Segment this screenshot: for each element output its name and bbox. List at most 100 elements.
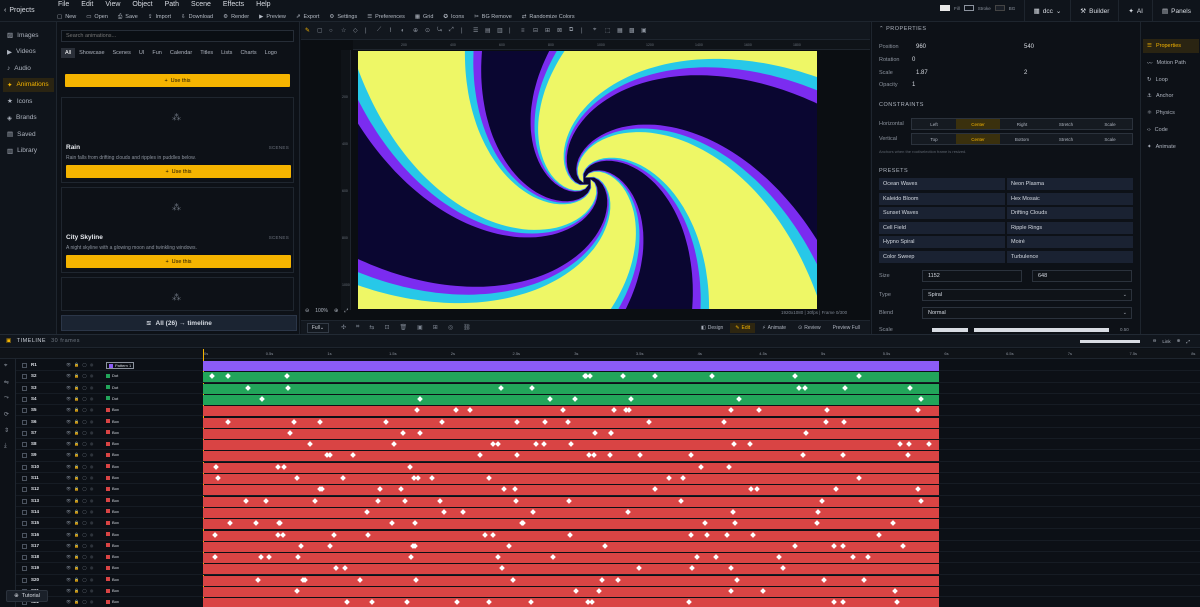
keyframe[interactable] xyxy=(365,531,371,538)
keyframe[interactable] xyxy=(514,452,520,459)
mode-tab-edit[interactable]: ✎ Edit xyxy=(730,323,756,333)
track-clip[interactable] xyxy=(203,451,939,462)
tab-code[interactable]: ‹› Code xyxy=(1143,123,1199,137)
keyframe[interactable] xyxy=(652,486,658,493)
split-icon[interactable]: ⇋ xyxy=(4,379,9,386)
keyframe[interactable] xyxy=(596,588,602,594)
tool-icon[interactable]: ○ xyxy=(329,28,337,34)
link-toggle[interactable]: Link xyxy=(1162,339,1170,344)
track-checkbox[interactable] xyxy=(22,521,27,527)
keyframe[interactable] xyxy=(486,599,492,606)
keyframe[interactable] xyxy=(542,418,548,425)
toolbar-export-button[interactable]: ⇗ Export xyxy=(291,12,325,22)
tool-icon[interactable]: ⧉ xyxy=(569,27,577,34)
keyframe[interactable] xyxy=(298,542,304,549)
track-controls[interactable]: 👁 🔒 ◯ ◎ xyxy=(66,543,94,548)
tool-icon[interactable]: ▦ xyxy=(617,27,625,34)
preset-cell-field[interactable]: Cell Field xyxy=(879,221,1005,234)
keyframe[interactable] xyxy=(225,373,231,380)
keyframe[interactable] xyxy=(756,407,762,414)
track-clip[interactable] xyxy=(203,474,939,484)
keyframe[interactable] xyxy=(294,475,300,481)
keyframe[interactable] xyxy=(429,475,435,481)
tab-physics[interactable]: ⚛ Physics xyxy=(1143,106,1199,120)
keyframe[interactable] xyxy=(802,384,808,391)
keyframe[interactable] xyxy=(285,384,291,391)
keyframe[interactable] xyxy=(666,475,672,481)
category-tab-lists[interactable]: Lists xyxy=(217,48,236,58)
track-controls[interactable]: 👁 🔒 ◯ ◎ xyxy=(66,588,94,593)
sidebar-item-icons[interactable]: ★ Icons xyxy=(3,94,54,108)
keyframe[interactable] xyxy=(495,441,501,447)
keyframe[interactable] xyxy=(840,452,846,459)
preset-hypno-spiral[interactable]: Hypno Spiral xyxy=(879,236,1005,249)
track-controls[interactable]: 👁 🔒 ◯ ◎ xyxy=(66,486,94,491)
tab-animate[interactable]: ✦ Animate xyxy=(1143,140,1199,154)
tool-icon[interactable]: ☆ xyxy=(341,27,349,34)
track-checkbox[interactable] xyxy=(22,385,27,391)
keyframe[interactable] xyxy=(266,554,272,560)
keyframe[interactable] xyxy=(713,554,719,560)
track-row[interactable]: S3 👁 🔒 ◯ ◎ Dot xyxy=(16,383,1200,394)
keyframe[interactable] xyxy=(284,373,290,380)
position-y-input[interactable]: 540 xyxy=(1024,44,1034,50)
category-tab-charts[interactable]: Charts xyxy=(236,48,260,58)
track-controls[interactable]: 👁 🔒 ◯ ◎ xyxy=(66,430,94,435)
keyframe[interactable] xyxy=(295,554,301,560)
track-clip[interactable] xyxy=(203,372,939,383)
track-clip[interactable] xyxy=(203,485,939,496)
track-controls[interactable]: 👁 🔒 ◯ ◎ xyxy=(66,565,94,570)
sync-icon[interactable]: ⟳ xyxy=(4,411,9,418)
keyframe[interactable] xyxy=(377,486,383,493)
keyframe[interactable] xyxy=(814,520,820,527)
keyframe[interactable] xyxy=(694,554,700,560)
keyframe[interactable] xyxy=(281,463,287,470)
keyframe[interactable] xyxy=(615,576,621,583)
track-clip[interactable] xyxy=(203,417,939,428)
preset-ocean-waves[interactable]: Ocean Waves xyxy=(879,178,1005,190)
track-checkbox[interactable] xyxy=(22,577,27,583)
keyframe[interactable] xyxy=(841,418,847,425)
keyframe[interactable] xyxy=(412,520,418,527)
keyframe[interactable] xyxy=(391,441,397,447)
tab-anchor[interactable]: ⚓ Anchor xyxy=(1143,89,1199,103)
track-controls[interactable]: 👁 🔒 ◯ ◎ xyxy=(66,599,94,604)
menu-edit[interactable]: Edit xyxy=(75,0,99,10)
keyframe[interactable] xyxy=(383,418,389,425)
keyframe[interactable] xyxy=(364,509,370,515)
keyframe[interactable] xyxy=(566,497,572,504)
preset-color-sweep[interactable]: Color Sweep xyxy=(879,251,1005,263)
scale-x-input[interactable]: 1.87 xyxy=(916,70,928,76)
sidebar-item-saved[interactable]: ▤ Saved xyxy=(3,127,54,141)
vertical-option-scale[interactable]: Scale xyxy=(1088,134,1132,144)
keyframe[interactable] xyxy=(331,531,337,538)
keyframe[interactable] xyxy=(823,418,829,425)
time-ruler[interactable]: 0s 0.5s 1s 1.5s 2s 2.5s 3s 3.5s 4s 4.5s 5s 5.5s 6s 6.… xyxy=(0,349,1200,359)
keyframe[interactable] xyxy=(312,497,318,504)
position-x-input[interactable]: 960 xyxy=(916,44,926,50)
track-checkbox[interactable] xyxy=(22,374,27,380)
keyframe[interactable] xyxy=(702,520,708,527)
sidebar-item-animations[interactable]: ✦ Animations xyxy=(3,77,54,92)
keyframe[interactable] xyxy=(915,407,921,414)
keyframe[interactable] xyxy=(263,497,269,504)
track-row[interactable]: S13 👁 🔒 ◯ ◎ Box xyxy=(16,496,1200,507)
keyframe[interactable] xyxy=(856,373,862,380)
keyframe[interactable] xyxy=(819,497,825,504)
track-controls[interactable]: 👁 🔒 ◯ ◎ xyxy=(66,498,94,503)
track-controls[interactable]: 👁 🔒 ◯ ◎ xyxy=(66,475,94,480)
track-clip[interactable] xyxy=(203,575,939,586)
keyframe[interactable] xyxy=(215,475,221,481)
keyframe[interactable] xyxy=(402,497,408,504)
tool-icon[interactable]: ⊙ xyxy=(425,27,433,34)
track-row[interactable]: S19 👁 🔒 ◯ ◎ Box xyxy=(16,563,1200,575)
keyframe[interactable] xyxy=(831,542,837,549)
vertical-option-bottom[interactable]: Bottom xyxy=(1000,134,1044,144)
stroke-swatch[interactable] xyxy=(963,5,974,11)
toolbar-grid-button[interactable]: ▦ Grid xyxy=(410,12,439,22)
keyframe[interactable] xyxy=(541,441,547,447)
preset-kaleido-bloom[interactable]: Kaleido Bloom xyxy=(879,192,1005,205)
tool-icon[interactable]: ⊞ xyxy=(545,27,553,34)
keyframe[interactable] xyxy=(900,542,906,549)
keyframe[interactable] xyxy=(831,599,837,606)
